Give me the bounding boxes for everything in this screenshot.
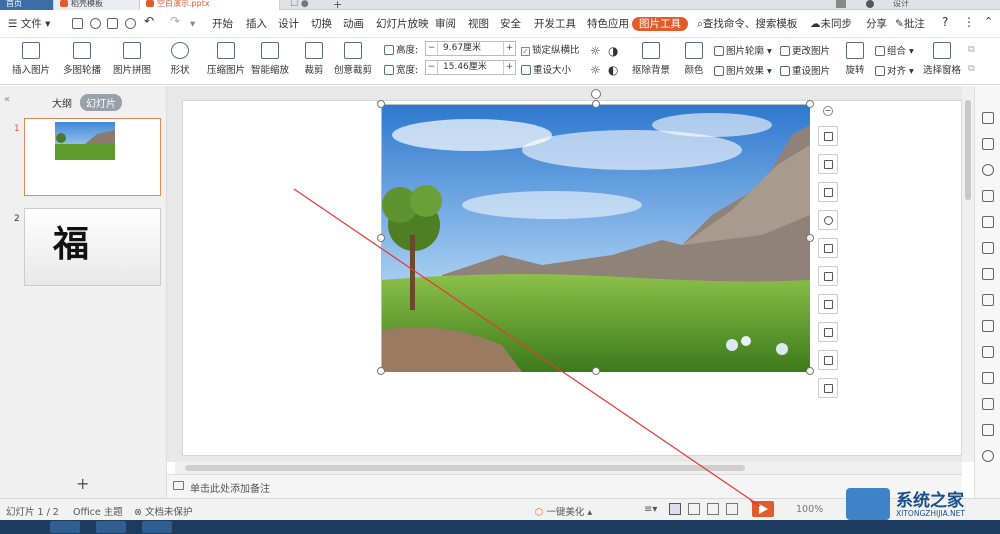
annotation-arrow xyxy=(293,188,761,507)
wps-presentation-window: 首页 稻壳模板 空白演示.pptx ☐ ● + 设计 ☰ 文件 ▾ ↶ ↷ ▾ … xyxy=(0,0,1000,534)
annotation-arrow-line xyxy=(293,188,761,507)
